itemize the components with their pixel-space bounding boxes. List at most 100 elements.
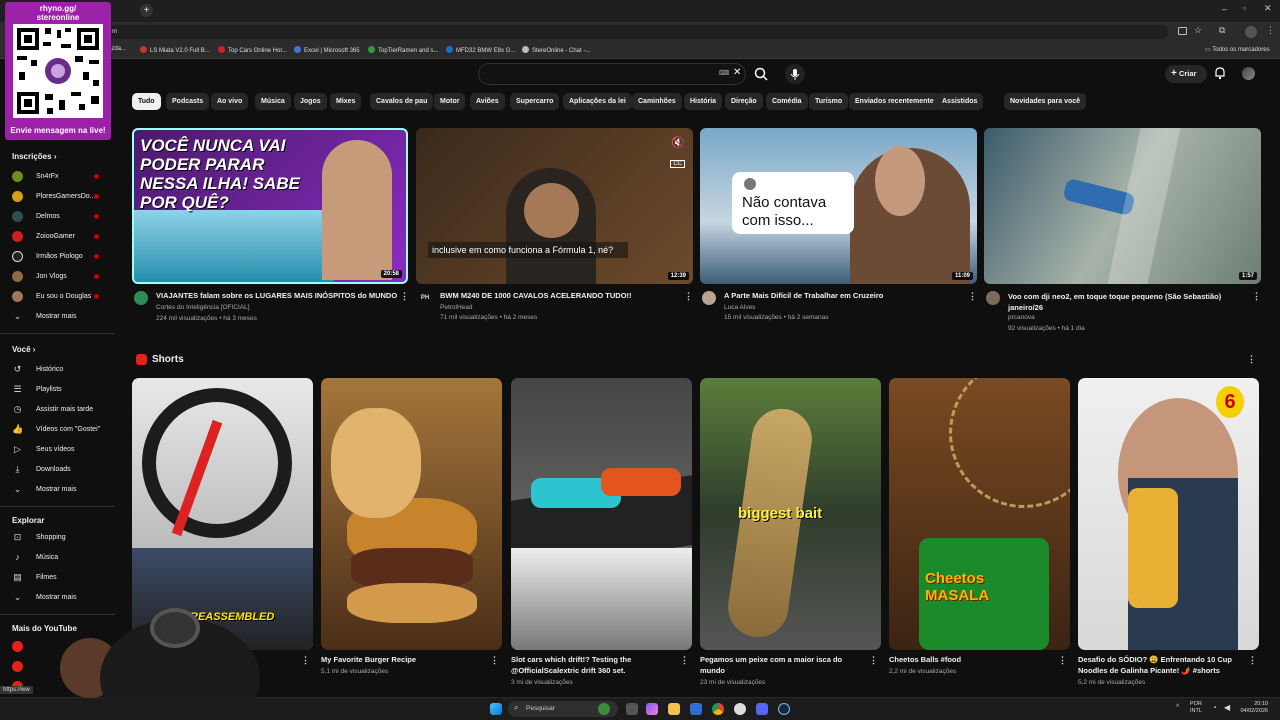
sidebar-item-watch-later[interactable]: Assistir mais tarde (36, 406, 93, 413)
more-options-icon[interactable]: ⋮ (968, 291, 977, 302)
tray-chevron-icon[interactable]: ^ (1176, 704, 1179, 711)
more-options-icon[interactable]: ⋮ (869, 655, 878, 666)
sidebar-item-sub[interactable]: Irmãos Piologo (36, 253, 83, 260)
mute-icon[interactable]: 🔇 (671, 136, 685, 149)
short-thumbnail[interactable] (321, 378, 502, 650)
more-options-icon[interactable]: ⋮ (400, 291, 409, 302)
create-button[interactable]: + Criar (1165, 65, 1207, 83)
short-thumbnail[interactable]: Cheetos MASALA (889, 378, 1070, 650)
sidebar-item-sub[interactable]: Sn4rFx (36, 173, 59, 180)
short-title[interactable]: My Favorite Burger Recipe (321, 654, 416, 665)
taskbar-search[interactable]: ⌕ Pesquisar (508, 701, 618, 717)
file-explorer-icon[interactable] (668, 703, 680, 715)
video-channel[interactable]: PetrolHead (440, 304, 473, 311)
chip-enviados-recentemente[interactable]: Enviados recentemente (849, 93, 940, 110)
windows-start-icon[interactable] (490, 703, 502, 715)
video-title[interactable]: Voo com dji neo2, em toque toque pequeno… (1008, 291, 1248, 313)
steam-icon[interactable] (778, 703, 790, 715)
more-options-icon[interactable]: ⋮ (680, 655, 689, 666)
bookmark-item[interactable]: Top Cars Online Hor... (218, 46, 287, 54)
star-icon[interactable]: ☆ (1194, 25, 1202, 36)
chip-caminh-es[interactable]: Caminhões (632, 93, 682, 110)
video-title[interactable]: A Parte Mais Difícil de Trabalhar em Cru… (724, 291, 883, 300)
browser-menu-icon[interactable]: ⋮ (1266, 25, 1275, 36)
chip-assistidos[interactable]: Assistidos (936, 93, 984, 110)
short-title[interactable]: Desafio do SÓDIO? 😩 Enfrentando 10 Cup N… (1078, 654, 1253, 676)
sidebar-item-music[interactable]: Música (36, 554, 58, 561)
account-avatar[interactable] (1242, 67, 1255, 80)
notifications-button[interactable] (1213, 66, 1227, 80)
sidebar-item-liked[interactable]: Vídeos com "Gostei" (36, 426, 100, 433)
store-icon[interactable] (690, 703, 702, 715)
chip-m-sica[interactable]: Música (255, 93, 291, 110)
search-input[interactable] (487, 67, 707, 81)
search-button[interactable] (750, 63, 772, 85)
chip-supercarro[interactable]: Supercarro (510, 93, 560, 110)
chip-turismo[interactable]: Turismo (809, 93, 849, 110)
video-thumbnail[interactable]: 1:57 (984, 128, 1261, 284)
more-options-icon[interactable]: ⋮ (1248, 655, 1257, 666)
more-options-icon[interactable]: ⋮ (1058, 655, 1067, 666)
sidebar-item-sub[interactable]: Eu sou o Douglas (36, 293, 91, 300)
show-more-explore[interactable]: Mostrar mais (36, 594, 76, 601)
video-title[interactable]: BWM M240 DE 1000 CAVALOS ACELERANDO TUDO… (440, 291, 632, 300)
sidebar-item-downloads[interactable]: Downloads (36, 466, 71, 473)
channel-avatar[interactable] (986, 291, 1000, 305)
clear-search-icon[interactable]: ✕ (733, 67, 741, 78)
more-options-icon[interactable]: ⋮ (684, 291, 693, 302)
discord-icon[interactable] (756, 703, 768, 715)
short-title[interactable]: Slot cars which drift!? Testing the @Off… (511, 654, 671, 676)
bookmark-item[interactable]: MFD32 BMW E8x G... (446, 46, 515, 54)
short-title[interactable]: Pegamos um peixe com a maior isca do mun… (700, 654, 865, 676)
channel-avatar[interactable]: PH (418, 291, 432, 305)
shorts-more-options-icon[interactable]: ⋮ (1247, 354, 1256, 365)
show-more-subs[interactable]: Mostrar mais (36, 313, 76, 320)
bookmark-item[interactable]: Excel | Microsoft 365 (294, 46, 360, 54)
chip-hist-ria[interactable]: História (684, 93, 723, 110)
sidebar-item-sub[interactable]: PloresGamersDo... (36, 193, 96, 200)
clock[interactable]: 20:10 04/02/2026 (1238, 701, 1268, 715)
video-title[interactable]: VIAJANTES falam sobre os LUGARES MAIS IN… (156, 291, 397, 300)
chip-jogos[interactable]: Jogos (294, 93, 327, 110)
bookmark-item[interactable]: LS Miata V2.0 Full B... (140, 46, 210, 54)
language-indicator[interactable]: POR INTL (1190, 701, 1202, 715)
short-thumbnail[interactable]: biggest bait (700, 378, 881, 650)
chip-cavalos-de-pau[interactable]: Cavalos de pau (370, 93, 434, 110)
all-bookmarks-folder[interactable]: ▭ Todos os marcadores (1205, 46, 1270, 53)
url-field[interactable]: m (108, 25, 1168, 39)
video-thumbnail[interactable]: VOCÊ NUNCA VAI PODER PARAR NESSA ILHA! S… (132, 128, 408, 284)
sidebar-item-sub[interactable]: Jon Vlogs (36, 273, 67, 280)
chip-motor[interactable]: Motor (434, 93, 466, 110)
keyboard-icon[interactable]: ⌨ (719, 69, 729, 77)
sidebar-item-movies[interactable]: Filmes (36, 574, 57, 581)
short-thumbnail[interactable]: 6 (1078, 378, 1259, 650)
volume-icon[interactable]: ◀ (1224, 703, 1230, 712)
copilot-icon[interactable] (646, 703, 658, 715)
video-thumbnail[interactable]: 🔇 CC inclusive em como funciona a Fórmul… (416, 128, 693, 284)
sidebar-item-sub[interactable]: Delmos (36, 213, 60, 220)
voice-search-button[interactable] (785, 64, 805, 84)
chip-podcasts[interactable]: Podcasts (166, 93, 210, 110)
github-icon[interactable] (734, 703, 746, 715)
chip-mixes[interactable]: Mixes (330, 93, 362, 110)
chip-ao-vivo[interactable]: Ao vivo (211, 93, 249, 110)
chip-novidades-para-voc-[interactable]: Novidades para você (1004, 93, 1087, 110)
chip-avi-es[interactable]: Aviões (470, 93, 505, 110)
chip-com-dia[interactable]: Comédia (766, 93, 808, 110)
sidebar-item-history[interactable]: Histórico (36, 366, 63, 373)
search-box[interactable]: ⌨ ✕ (478, 63, 746, 85)
close-window-button[interactable]: ✕ (1264, 3, 1272, 14)
more-options-icon[interactable]: ⋮ (490, 655, 499, 666)
channel-avatar[interactable] (702, 291, 716, 305)
chip-aplica-es-da-lei[interactable]: Aplicações da lei (563, 93, 632, 110)
captions-icon[interactable]: CC (670, 160, 685, 168)
sidebar-item-playlists[interactable]: Playlists (36, 386, 62, 393)
wifi-icon[interactable]: ◔ (1212, 703, 1217, 712)
task-view-icon[interactable] (626, 703, 638, 715)
bookmark-item[interactable]: StereOnline - Chat -... (522, 46, 590, 54)
video-channel[interactable]: Luca Alves (724, 304, 755, 311)
video-thumbnail[interactable]: Não contava com isso... 11:09 (700, 128, 977, 284)
new-tab-button[interactable]: + (140, 4, 153, 17)
extensions-icon[interactable]: ⧉ (1219, 25, 1225, 36)
sidebar-item-shopping[interactable]: Shopping (36, 534, 66, 541)
